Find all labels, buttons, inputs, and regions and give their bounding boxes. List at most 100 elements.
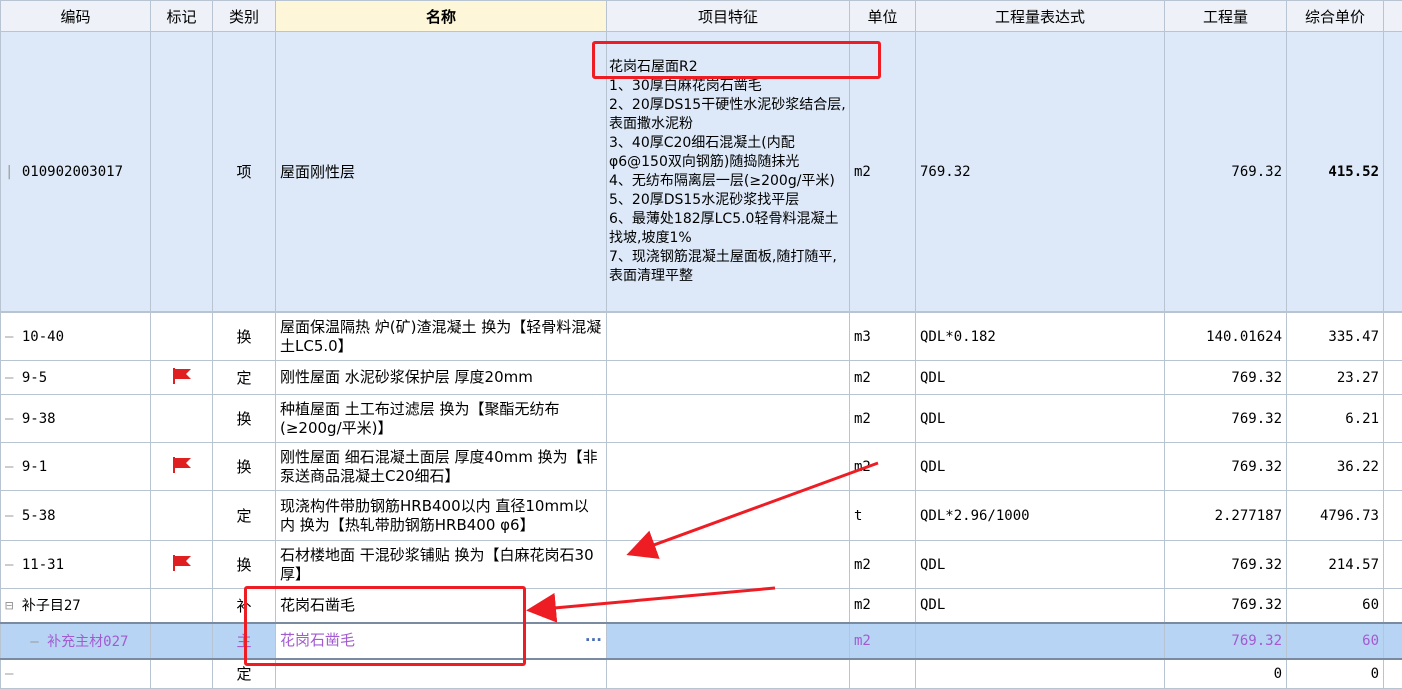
cell-price[interactable]: 60 bbox=[1287, 623, 1384, 659]
cell-mark[interactable] bbox=[151, 361, 213, 395]
col-price[interactable]: 综合单价 bbox=[1287, 1, 1384, 32]
cell-kind[interactable]: 换 bbox=[213, 313, 276, 361]
cell-unit[interactable]: m2 bbox=[850, 395, 916, 443]
cell-features[interactable] bbox=[607, 443, 850, 491]
col-code[interactable]: 编码 bbox=[1, 1, 151, 32]
cell-mark[interactable] bbox=[151, 491, 213, 541]
cell-expr[interactable] bbox=[916, 623, 1165, 659]
cell-kind[interactable]: 换 bbox=[213, 395, 276, 443]
col-features[interactable]: 项目特征 bbox=[607, 1, 850, 32]
cell-expr[interactable]: 769.32 bbox=[916, 32, 1165, 312]
cell-qty[interactable]: 0 bbox=[1165, 659, 1287, 689]
cell-code[interactable]: — 10-40 bbox=[1, 313, 151, 361]
cell-qty[interactable]: 769.32 bbox=[1165, 395, 1287, 443]
cell-price[interactable]: 335.47 bbox=[1287, 313, 1384, 361]
cell-code[interactable]: — 补充主材027 bbox=[1, 623, 151, 659]
cell-unit[interactable]: m2 bbox=[850, 541, 916, 589]
cell-qty[interactable]: 2.277187 bbox=[1165, 491, 1287, 541]
cell-name[interactable]: 现浇构件带肋钢筋HRB400以内 直径10mm以内 换为【热轧带肋钢筋HRB40… bbox=[276, 491, 607, 541]
cell-features[interactable] bbox=[607, 659, 850, 689]
cell-expr[interactable]: QDL bbox=[916, 589, 1165, 623]
cell-qty[interactable]: 769.32 bbox=[1165, 32, 1287, 312]
cell-unit[interactable]: m2 bbox=[850, 589, 916, 623]
cell-mark[interactable] bbox=[151, 541, 213, 589]
table-row[interactable]: — 5-38 定现浇构件带肋钢筋HRB400以内 直径10mm以内 换为【热轧带肋… bbox=[1, 491, 1402, 541]
cell-expr[interactable]: QDL bbox=[916, 395, 1165, 443]
cell-name[interactable]: 刚性屋面 细石混凝土面层 厚度40mm 换为【非泵送商品混凝土C20细石】 bbox=[276, 443, 607, 491]
cell-features[interactable] bbox=[607, 361, 850, 395]
cell-price[interactable]: 415.52 bbox=[1287, 32, 1384, 312]
cell-unit[interactable]: m3 bbox=[850, 313, 916, 361]
cell-qty[interactable]: 140.01624 bbox=[1165, 313, 1287, 361]
cell-kind[interactable]: 定 bbox=[213, 361, 276, 395]
cell-code[interactable]: — bbox=[1, 659, 151, 689]
cell-unit[interactable]: m2 bbox=[850, 623, 916, 659]
cell-mark[interactable] bbox=[151, 623, 213, 659]
cell-name[interactable]: 屋面保温隔热 炉(矿)渣混凝土 换为【轻骨料混凝土LC5.0】 bbox=[276, 313, 607, 361]
table-row[interactable]: — 9-1 换刚性屋面 细石混凝土面层 厚度40mm 换为【非泵送商品混凝土C20… bbox=[1, 443, 1402, 491]
cell-expr[interactable]: QDL*0.182 bbox=[916, 313, 1165, 361]
cell-features[interactable] bbox=[607, 589, 850, 623]
cell-price[interactable]: 214.57 bbox=[1287, 541, 1384, 589]
cell-code[interactable]: — 9-5 bbox=[1, 361, 151, 395]
cell-unit[interactable] bbox=[850, 659, 916, 689]
cell-unit[interactable]: m2 bbox=[850, 443, 916, 491]
cell-code[interactable]: ⊟ 补子目27 bbox=[1, 589, 151, 623]
cell-qty[interactable]: 769.32 bbox=[1165, 623, 1287, 659]
cell-qty[interactable]: 769.32 bbox=[1165, 541, 1287, 589]
cell-mark[interactable] bbox=[151, 443, 213, 491]
col-kind[interactable]: 类别 bbox=[213, 1, 276, 32]
cell-code[interactable]: — 11-31 bbox=[1, 541, 151, 589]
col-qty[interactable]: 工程量 bbox=[1165, 1, 1287, 32]
cell-kind[interactable]: 项 bbox=[213, 32, 276, 312]
cell-features[interactable] bbox=[607, 395, 850, 443]
col-name[interactable]: 名称 bbox=[276, 1, 607, 32]
table-row[interactable]: ⊟ 补子目27补花岗石凿毛m2QDL769.3260 bbox=[1, 589, 1402, 623]
table-row[interactable]: — 补充主材027主花岗石凿毛···m2769.3260 bbox=[1, 623, 1402, 659]
table-row[interactable]: — 9-38 换种植屋面 土工布过滤层 换为【聚酯无纺布(≥200g/平米)】 m2… bbox=[1, 395, 1402, 443]
col-expr[interactable]: 工程量表达式 bbox=[916, 1, 1165, 32]
cell-name[interactable]: 刚性屋面 水泥砂浆保护层 厚度20mm bbox=[276, 361, 607, 395]
cell-qty[interactable]: 769.32 bbox=[1165, 589, 1287, 623]
cell-unit[interactable]: t bbox=[850, 491, 916, 541]
cell-price[interactable]: 0 bbox=[1287, 659, 1384, 689]
table-row[interactable]: — 11-31 换石材楼地面 干混砂浆铺贴 换为【白麻花岗石30厚】 m2QDL76… bbox=[1, 541, 1402, 589]
cell-features[interactable] bbox=[607, 313, 850, 361]
cell-expr[interactable]: QDL*2.96/1000 bbox=[916, 491, 1165, 541]
cell-price[interactable]: 4796.73 bbox=[1287, 491, 1384, 541]
cell-code[interactable]: — 9-1 bbox=[1, 443, 151, 491]
more-icon[interactable]: ··· bbox=[585, 631, 602, 650]
cell-kind[interactable]: 换 bbox=[213, 541, 276, 589]
cell-features[interactable] bbox=[607, 491, 850, 541]
cell-expr[interactable]: QDL bbox=[916, 361, 1165, 395]
cell-code[interactable]: | 010902003017 bbox=[1, 32, 151, 312]
cell-code[interactable]: — 5-38 bbox=[1, 491, 151, 541]
cell-name[interactable]: 屋面刚性层 bbox=[276, 32, 607, 312]
cell-unit[interactable]: m2 bbox=[850, 361, 916, 395]
cell-kind[interactable]: 定 bbox=[213, 491, 276, 541]
cell-kind[interactable]: 换 bbox=[213, 443, 276, 491]
cell-mark[interactable] bbox=[151, 313, 213, 361]
table-row[interactable]: — 定00 bbox=[1, 659, 1402, 689]
cell-price[interactable]: 36.22 bbox=[1287, 443, 1384, 491]
cell-features[interactable] bbox=[607, 541, 850, 589]
cell-expr[interactable] bbox=[916, 659, 1165, 689]
table-row[interactable]: — 9-5 定刚性屋面 水泥砂浆保护层 厚度20mm m2QDL769.3223.2… bbox=[1, 361, 1402, 395]
cell-code[interactable]: — 9-38 bbox=[1, 395, 151, 443]
cell-mark[interactable] bbox=[151, 589, 213, 623]
cell-price[interactable]: 23.27 bbox=[1287, 361, 1384, 395]
cell-features[interactable] bbox=[607, 623, 850, 659]
col-unit[interactable]: 单位 bbox=[850, 1, 916, 32]
cell-mark[interactable] bbox=[151, 659, 213, 689]
cell-price[interactable]: 6.21 bbox=[1287, 395, 1384, 443]
cell-qty[interactable]: 769.32 bbox=[1165, 361, 1287, 395]
cell-qty[interactable]: 769.32 bbox=[1165, 443, 1287, 491]
cell-expr[interactable]: QDL bbox=[916, 443, 1165, 491]
col-mark[interactable]: 标记 bbox=[151, 1, 213, 32]
table-row[interactable]: — 10-40 换屋面保温隔热 炉(矿)渣混凝土 换为【轻骨料混凝土LC5.0】 m… bbox=[1, 313, 1402, 361]
cell-mark[interactable] bbox=[151, 395, 213, 443]
cell-price[interactable]: 60 bbox=[1287, 589, 1384, 623]
cell-expr[interactable]: QDL bbox=[916, 541, 1165, 589]
cell-name[interactable]: 石材楼地面 干混砂浆铺贴 换为【白麻花岗石30厚】 bbox=[276, 541, 607, 589]
cell-name[interactable]: 种植屋面 土工布过滤层 换为【聚酯无纺布(≥200g/平米)】 bbox=[276, 395, 607, 443]
